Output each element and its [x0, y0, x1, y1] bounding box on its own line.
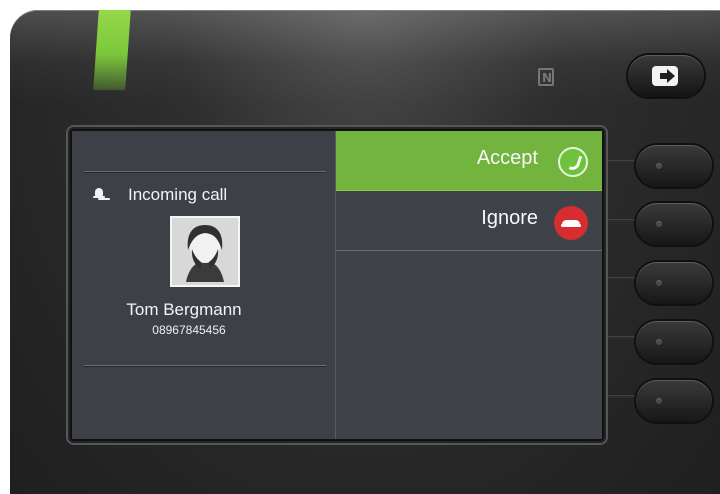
softkey-connector — [608, 161, 636, 163]
softkey-connector — [608, 337, 636, 339]
softkey-connector — [608, 278, 636, 280]
bottom-divider — [84, 365, 326, 366]
call-details-panel: Incoming call Tom Bergmann 08967845456 — [72, 131, 336, 439]
softkey-connector — [608, 396, 636, 398]
status-led-indicator — [93, 10, 131, 90]
phone-reject-icon — [554, 206, 588, 240]
softkey-indicator-icon — [656, 163, 662, 169]
accept-call-option[interactable]: Accept — [336, 131, 602, 191]
softkey-1-button[interactable] — [636, 145, 712, 187]
caller-number: 08967845456 — [152, 323, 226, 337]
person-avatar-icon — [172, 218, 238, 285]
softkey-indicator-icon — [656, 221, 662, 227]
softkey-indicator-icon — [656, 280, 662, 286]
top-divider — [84, 171, 326, 172]
softkey-connector — [608, 220, 636, 222]
caller-avatar — [170, 216, 240, 287]
call-screen: Incoming call Tom Bergmann 08967845456 A… — [72, 131, 602, 439]
softkey-4-button[interactable] — [636, 321, 712, 363]
softkey-2-button[interactable] — [636, 203, 712, 245]
nfc-icon-glyph: N — [542, 71, 553, 85]
incoming-call-label: Incoming call — [128, 185, 228, 204]
caller-name: Tom Bergmann — [126, 300, 242, 319]
ignore-call-option[interactable]: Ignore — [336, 191, 602, 251]
softkey-5-button[interactable] — [636, 380, 712, 422]
softkey-indicator-icon — [656, 339, 662, 345]
display-frame: Incoming call Tom Bergmann 08967845456 A… — [68, 127, 606, 443]
phone-accept-icon — [558, 147, 588, 177]
bell-icon — [93, 187, 105, 201]
call-actions-panel: Accept Ignore — [336, 131, 602, 439]
desk-phone-device: N Incoming call Tom Bergmann 08967845456… — [10, 10, 720, 494]
nfc-icon: N — [538, 68, 554, 86]
exit-key-button[interactable] — [628, 55, 704, 97]
exit-icon — [652, 66, 678, 86]
softkey-3-button[interactable] — [636, 262, 712, 304]
accept-label: Accept — [476, 147, 538, 169]
softkey-indicator-icon — [656, 398, 662, 404]
ignore-label: Ignore — [481, 207, 538, 229]
